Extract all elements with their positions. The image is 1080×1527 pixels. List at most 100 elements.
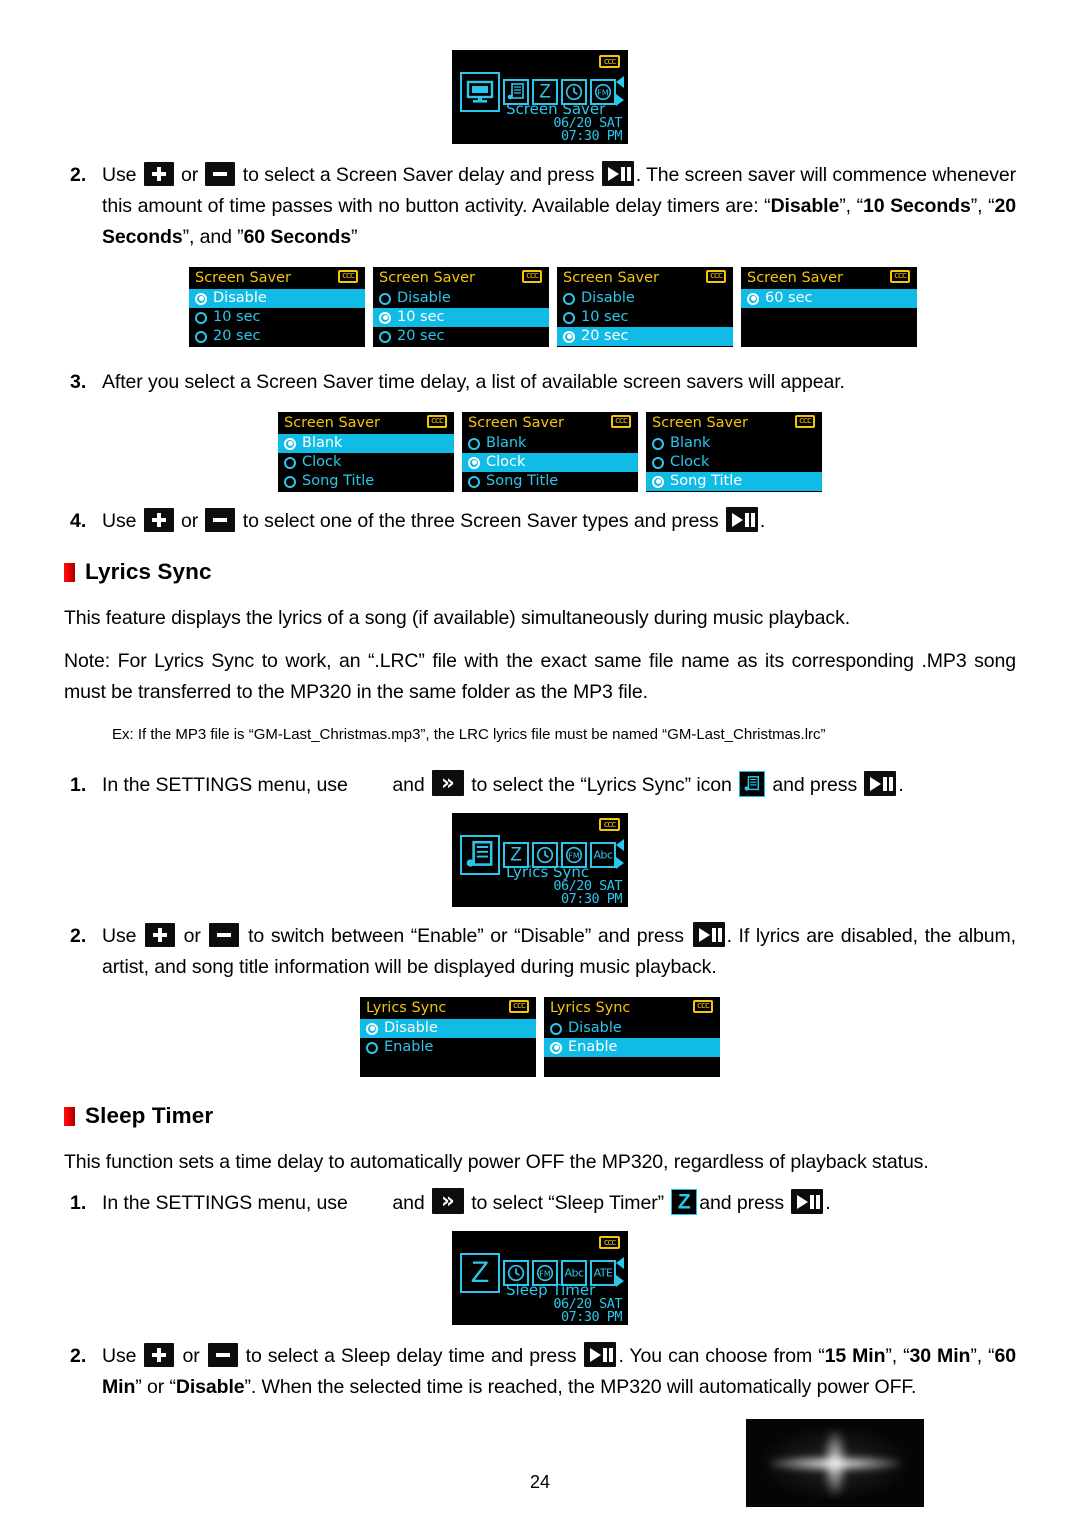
section-heading-lyrics-sync: Lyrics Sync xyxy=(64,559,1016,585)
photo-cross-horizontal xyxy=(770,1456,900,1471)
menu-screen-delay-10sec: Screen Saver ccc Disable 10 sec 20 sec xyxy=(373,267,549,347)
step-screen-saver-4: 4. Use or to select one of the three Scr… xyxy=(64,506,1016,537)
menu-item[interactable]: Song Title xyxy=(462,472,638,491)
sleep-timer-icon[interactable]: Z xyxy=(671,1189,698,1215)
menu-item[interactable]: Song Title xyxy=(278,472,454,491)
carousel-prev-arrow-icon[interactable] xyxy=(616,839,624,851)
menu-title: Screen Saver xyxy=(563,270,660,286)
menu-item-label: Clock xyxy=(302,454,342,470)
plus-button-icon[interactable] xyxy=(143,508,174,532)
section-bullet-icon xyxy=(64,1106,75,1126)
abc-language-icon[interactable]: Abc xyxy=(590,842,616,868)
type-menu-screens: Screen Saver ccc Blank Clock Song Title … xyxy=(64,412,1016,492)
menu-item[interactable]: Clock xyxy=(462,453,638,472)
step-text-part: ” xyxy=(350,226,358,248)
lock-badge-icon: ccc xyxy=(509,1000,529,1013)
carousel-arrows[interactable] xyxy=(616,76,624,106)
plus-button-icon[interactable] xyxy=(145,923,176,947)
step-text: Use or to select a Sleep delay time and … xyxy=(102,1341,1016,1403)
lyrics-icon[interactable] xyxy=(739,771,766,797)
menu-item[interactable]: 20 sec xyxy=(557,327,733,346)
radio-icon xyxy=(652,437,664,450)
svg-text:FM: FM xyxy=(597,89,609,98)
play-pause-button-icon[interactable] xyxy=(601,161,634,186)
step-text-part: ”, “ xyxy=(885,1345,910,1367)
menu-item[interactable]: 10 sec xyxy=(189,308,365,327)
minus-button-icon[interactable] xyxy=(209,923,240,947)
menu-title: Screen Saver xyxy=(652,415,749,431)
menu-item[interactable]: Blank xyxy=(646,434,822,453)
radio-icon xyxy=(468,475,480,488)
rewind-button-icon[interactable] xyxy=(355,772,385,796)
carousel-next-arrow-icon[interactable] xyxy=(616,857,624,869)
play-pause-button-icon[interactable] xyxy=(864,771,897,796)
play-pause-button-icon[interactable] xyxy=(791,1189,824,1214)
menu-item[interactable]: Clock xyxy=(646,453,822,472)
menu-item-label: Disable xyxy=(397,290,451,306)
radio-icon xyxy=(563,292,575,305)
step-number: 1. xyxy=(70,774,87,796)
menu-item[interactable]: Blank xyxy=(462,434,638,453)
menu-item-label: Disable xyxy=(384,1020,438,1036)
sleep-timer-icon[interactable]: Z xyxy=(460,1253,500,1293)
radio-icon xyxy=(563,330,575,343)
menu-item[interactable]: 20 sec xyxy=(189,327,365,346)
step-sleep-timer-1: 1. In the SETTINGS menu, use and to sele… xyxy=(64,1188,1016,1219)
step-number: 1. xyxy=(70,1192,87,1214)
menu-item[interactable]: Disable xyxy=(557,289,733,308)
menu-item-label: 10 sec xyxy=(581,309,629,325)
menu-item-label: Disable xyxy=(581,290,635,306)
play-pause-button-icon[interactable] xyxy=(692,922,725,947)
menu-item[interactable]: 10 sec xyxy=(557,308,733,327)
carousel-prev-arrow-icon[interactable] xyxy=(616,76,624,88)
fast-forward-button-icon[interactable] xyxy=(431,1188,464,1214)
lock-badge-icon: ccc xyxy=(427,415,447,428)
menu-item[interactable]: Blank xyxy=(278,434,454,453)
sleep-timer-main-screen-row: ccc Z FM Abc ATE Sleep Timer 06/20 SAT 0… xyxy=(64,1231,1016,1325)
menu-item[interactable]: Enable xyxy=(544,1038,720,1057)
carousel-next-arrow-icon[interactable] xyxy=(616,94,624,106)
minus-button-icon[interactable] xyxy=(205,162,236,186)
menu-item[interactable]: Disable xyxy=(544,1019,720,1038)
radio-icon xyxy=(550,1022,562,1035)
device-screen-sleep-timer: ccc Z FM Abc ATE Sleep Timer 06/20 SAT 0… xyxy=(452,1231,628,1325)
menu-item-label: 20 sec xyxy=(397,328,445,344)
radio-icon xyxy=(195,292,207,305)
radio-icon xyxy=(284,475,296,488)
radio-icon xyxy=(468,456,480,469)
play-pause-button-icon[interactable] xyxy=(584,1342,617,1367)
fast-forward-button-icon[interactable] xyxy=(431,770,464,796)
menu-item[interactable]: 60 sec xyxy=(741,289,917,308)
menu-item[interactable]: Disable xyxy=(360,1019,536,1038)
step-lyrics-sync-2: 2. Use or to switch between “Enable” or … xyxy=(64,921,1016,983)
menu-item[interactable]: Song Title xyxy=(646,472,822,491)
minus-button-icon[interactable] xyxy=(207,1343,238,1367)
menu-item[interactable]: Disable xyxy=(373,289,549,308)
carousel-arrows[interactable] xyxy=(616,839,624,869)
carousel-next-arrow-icon[interactable] xyxy=(616,1275,624,1287)
step-text-part: to switch between “Enable” or “Disable” … xyxy=(241,925,691,947)
menu-rows: Disable 10 sec 20 sec xyxy=(189,289,365,346)
menu-item[interactable]: Enable xyxy=(360,1038,536,1057)
menu-item[interactable]: Clock xyxy=(278,453,454,472)
step-text-part: ”, “ xyxy=(970,1345,995,1367)
rewind-button-icon[interactable] xyxy=(355,1190,385,1214)
lyrics-menu-screens: Lyrics Sync ccc Disable Enable Lyrics Sy… xyxy=(64,997,1016,1077)
plus-button-icon[interactable] xyxy=(143,162,174,186)
carousel-prev-arrow-icon[interactable] xyxy=(616,1257,624,1269)
menu-item[interactable]: 20 sec xyxy=(373,327,549,346)
menu-item-label: Clock xyxy=(670,454,710,470)
step-text-part: or xyxy=(175,164,204,186)
plus-button-icon[interactable] xyxy=(144,1343,175,1367)
monitor-icon[interactable] xyxy=(460,72,500,112)
carousel-arrows[interactable] xyxy=(616,1257,624,1287)
menu-item[interactable]: 10 sec xyxy=(373,308,549,327)
play-pause-button-icon[interactable] xyxy=(725,507,758,532)
minus-button-icon[interactable] xyxy=(205,508,236,532)
step-lyrics-sync-1: 1. In the SETTINGS menu, use and to sele… xyxy=(64,770,1016,801)
screen-saver-main-screen-row: ccc Z FM Screen Saver 06/20 SAT 07:30 PM xyxy=(64,0,1016,144)
menu-item-label: Disable xyxy=(568,1020,622,1036)
step-text-bold: 10 Seconds xyxy=(863,195,971,217)
lyrics-icon[interactable] xyxy=(460,835,500,875)
menu-item[interactable]: Disable xyxy=(189,289,365,308)
